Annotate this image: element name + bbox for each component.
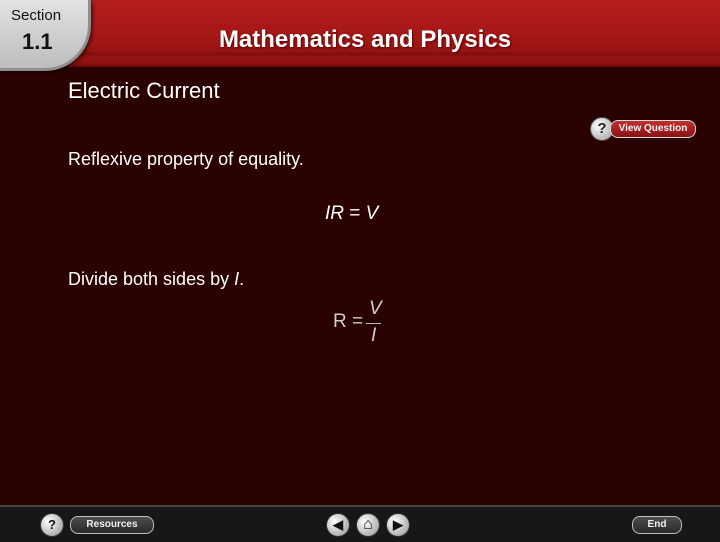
view-question-button[interactable]: ? View Question [590, 117, 698, 141]
resources-button[interactable]: Resources [70, 516, 154, 534]
equation-ir-equals-v: IR = V [325, 203, 379, 224]
fraction-bar [366, 323, 381, 324]
fraction-denominator: I [371, 325, 377, 346]
end-button[interactable]: End [632, 516, 682, 534]
chapter-title: Mathematics and Physics [218, 26, 512, 53]
previous-arrow-icon[interactable]: ◀ [326, 513, 350, 537]
equation-r-equals-v-over-i: R = V I [333, 298, 393, 348]
view-question-label: View Question [610, 120, 696, 138]
section-label: Section [11, 7, 62, 24]
section-number: 1.1 [22, 29, 53, 54]
next-arrow-icon[interactable]: ▶ [386, 513, 410, 537]
help-icon[interactable]: ? [40, 513, 64, 537]
bottom-toolbar: ? Resources ◀ ⌂ ▶ End [0, 505, 720, 542]
reflexive-property-text: Reflexive property of equality. [68, 149, 304, 169]
divide-sides-text: Divide both sides by I. [68, 269, 245, 289]
slide-subtitle: Electric Current [68, 78, 220, 103]
fraction-lhs: R = [333, 311, 364, 332]
fraction-numerator: V [369, 298, 382, 319]
home-icon[interactable]: ⌂ [356, 513, 380, 537]
